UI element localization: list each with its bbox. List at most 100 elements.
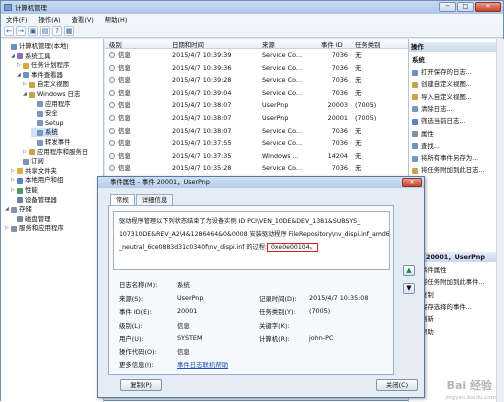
menu-file[interactable]: 文件(F)	[6, 15, 27, 24]
action-item[interactable]: 创建自定义视图...	[412, 80, 472, 89]
col-source[interactable]: 来源	[262, 40, 275, 49]
tree-item[interactable]: ▷ 本地用户和组	[11, 176, 63, 185]
action-item[interactable]: 清除日志...	[412, 105, 453, 114]
tree-item[interactable]: 订阅	[17, 157, 44, 166]
menu-help[interactable]: 帮助(H)	[105, 15, 128, 24]
expand-icon[interactable]: ▷	[11, 176, 16, 185]
general-panel: 驱动程序管理以下列状态结束了为设备实例 ID PCI\VEN_10DE&DEV_…	[108, 205, 394, 375]
logged-label: 记录时间(D):	[259, 295, 297, 303]
expand-icon[interactable]: ◢	[17, 71, 22, 80]
close-dialog-button[interactable]: 关闭(C)	[376, 379, 418, 391]
action-label: 将任务附加到此日志...	[421, 166, 485, 175]
tree-item[interactable]: 磁盘管理	[11, 215, 51, 224]
navigation-tree: 计算机管理(本地) ◢ 系统工具 ▷ 任务计划程序 ◢ 事件查看器 ▷ 自定义视图 ◢ Window…	[1, 39, 104, 402]
table-row[interactable]: 信息 2015/4/7 10:37:55 Service Co... 7036 无	[105, 138, 408, 148]
col-event-id[interactable]: 事件 ID	[321, 40, 343, 49]
tree-item[interactable]: 计算机管理(本地)	[5, 42, 69, 51]
action-item[interactable]: 打开保存的日志...	[412, 68, 472, 77]
tree-item[interactable]: 安全	[31, 109, 58, 118]
table-cell: 20003	[327, 101, 348, 110]
tree-item[interactable]: ◢ 事件查看器	[17, 71, 63, 80]
expand-icon[interactable]: ▷	[23, 148, 28, 157]
source-value: UserPnp	[177, 294, 204, 302]
copy-button[interactable]: 复制(P)	[120, 379, 162, 391]
online-help-link[interactable]: 事件日志联机帮助	[177, 360, 228, 369]
maximize-button[interactable]: □	[457, 2, 474, 12]
action-label: 将任务附加到此事件...	[421, 278, 485, 287]
col-datetime[interactable]: 日期和时间	[172, 40, 204, 49]
table-row[interactable]: 信息 2015/4/7 10:35:28 Service Co... 7036 无	[105, 163, 408, 173]
forward-icon[interactable]: →	[16, 25, 26, 36]
window-title: 计算机管理	[15, 4, 47, 12]
minimize-button[interactable]: ─	[439, 2, 456, 12]
table-row[interactable]: 信息 2015/4/7 10:38:07 UserPnp 20003 (7005)	[105, 100, 408, 110]
table-row[interactable]: 信息 2015/4/7 10:37:35 Windows ... 14204 无	[105, 151, 408, 161]
tree-item[interactable]: 系统	[31, 128, 58, 138]
tree-item-label: 性能	[25, 186, 38, 194]
tree-item[interactable]: 应用程序	[31, 100, 71, 109]
tab-details[interactable]: 详细信息	[135, 194, 174, 205]
action-item[interactable]: 导入自定义视图...	[412, 93, 472, 102]
table-row[interactable]: 信息 2015/4/7 10:38:07 UserPnp 20001 (7005)	[105, 113, 408, 123]
tree-item-label: Setup	[45, 118, 64, 127]
tree-item-label: 应用程序和服务日	[37, 147, 89, 156]
col-task-category[interactable]: 任务类别	[355, 40, 381, 49]
tree-item[interactable]: 转发事件	[31, 138, 71, 147]
previous-event-icon[interactable]: ▲	[403, 265, 415, 276]
action-item[interactable]: 查找...	[412, 142, 440, 151]
table-cell: 7036	[331, 76, 348, 85]
actions-scrollbar[interactable]	[496, 39, 504, 402]
properties-icon[interactable]: ▤	[40, 25, 50, 36]
dialog-close-icon[interactable]: ✕	[402, 178, 422, 187]
expand-icon[interactable]: ▷	[17, 61, 22, 70]
table-cell: Service Co...	[262, 164, 303, 173]
tree-item[interactable]: ◢ Windows 日志	[23, 90, 80, 99]
tree-item[interactable]: ▷ 应用程序和服务日	[23, 148, 88, 157]
table-row[interactable]: 信息 2015/4/7 10:38:07 Service Co... 7036 无	[105, 126, 408, 136]
tree-item[interactable]: ▷ 服务和应用程序	[5, 224, 64, 233]
eventid-label: 事件 ID(E):	[119, 308, 152, 316]
show-action-pane-icon[interactable]: ▦	[64, 25, 74, 36]
col-level[interactable]: 级别	[109, 40, 122, 49]
expand-icon[interactable]: ◢	[11, 52, 16, 61]
expand-icon[interactable]: ◢	[23, 90, 28, 99]
tab-general[interactable]: 常规	[110, 194, 135, 205]
source-label: 来源(S):	[119, 295, 143, 303]
tree-item[interactable]: ▷ 性能	[11, 186, 38, 195]
back-icon[interactable]: ←	[4, 25, 14, 36]
table-cell: 无	[355, 63, 362, 72]
expand-icon[interactable]: ▷	[11, 186, 16, 195]
menu-view[interactable]: 查看(V)	[72, 15, 94, 24]
expand-icon[interactable]: ◢	[5, 205, 10, 214]
tree-item[interactable]: ▷ 共享文件夹	[11, 167, 57, 176]
event-description: 驱动程序管理以下列状态结束了为设备实例 ID PCI\VEN_10DE&DEV_…	[113, 211, 390, 270]
table-row[interactable]: 信息 2015/4/7 10:39:36 Service Co... 7036 无	[105, 63, 408, 73]
table-row[interactable]: 信息 2015/4/7 10:39:04 Service Co... 7036 无	[105, 88, 408, 98]
table-cell: Windows ...	[262, 151, 299, 160]
tree-item[interactable]: Setup	[31, 119, 64, 128]
tree-item[interactable]: ◢ 系统工具	[11, 52, 51, 61]
tree-item-label: 存储	[19, 205, 32, 214]
tree-item[interactable]: ▷ 自定义视图	[23, 80, 69, 89]
actions-section-system[interactable]: 系统	[412, 56, 425, 65]
show-hide-tree-icon[interactable]: ▣	[28, 25, 38, 36]
tree-item[interactable]: ◢ 存储	[5, 205, 32, 214]
expand-icon[interactable]: ▷	[11, 167, 16, 176]
action-item[interactable]: 将任务附加到此日志...	[412, 166, 485, 175]
next-event-icon[interactable]: ▼	[403, 283, 415, 294]
table-row[interactable]: 信息 2015/4/7 10:39:39 Service Co... 7036 无	[105, 50, 408, 60]
expand-icon[interactable]: ▷	[5, 224, 10, 233]
tree-item[interactable]: 设备管理器	[11, 196, 57, 205]
tree-item-label: 安全	[45, 109, 58, 118]
info-icon	[109, 152, 115, 159]
action-item[interactable]: 筛选当前日志...	[412, 117, 465, 126]
close-button[interactable]: ✕	[475, 2, 501, 12]
table-row[interactable]: 信息 2015/4/7 10:39:28 Service Co... 7036 无	[105, 75, 408, 85]
action-item[interactable]: 将所有事件另存为...	[412, 154, 478, 163]
help-icon[interactable]: ?	[52, 25, 62, 36]
menu-action[interactable]: 操作(A)	[38, 15, 60, 24]
expand-icon[interactable]: ▷	[23, 80, 28, 89]
tree-item[interactable]: ▷ 任务计划程序	[17, 61, 69, 70]
action-item[interactable]: 属性	[412, 130, 434, 139]
baidu-watermark: Bai 经验	[446, 379, 492, 392]
